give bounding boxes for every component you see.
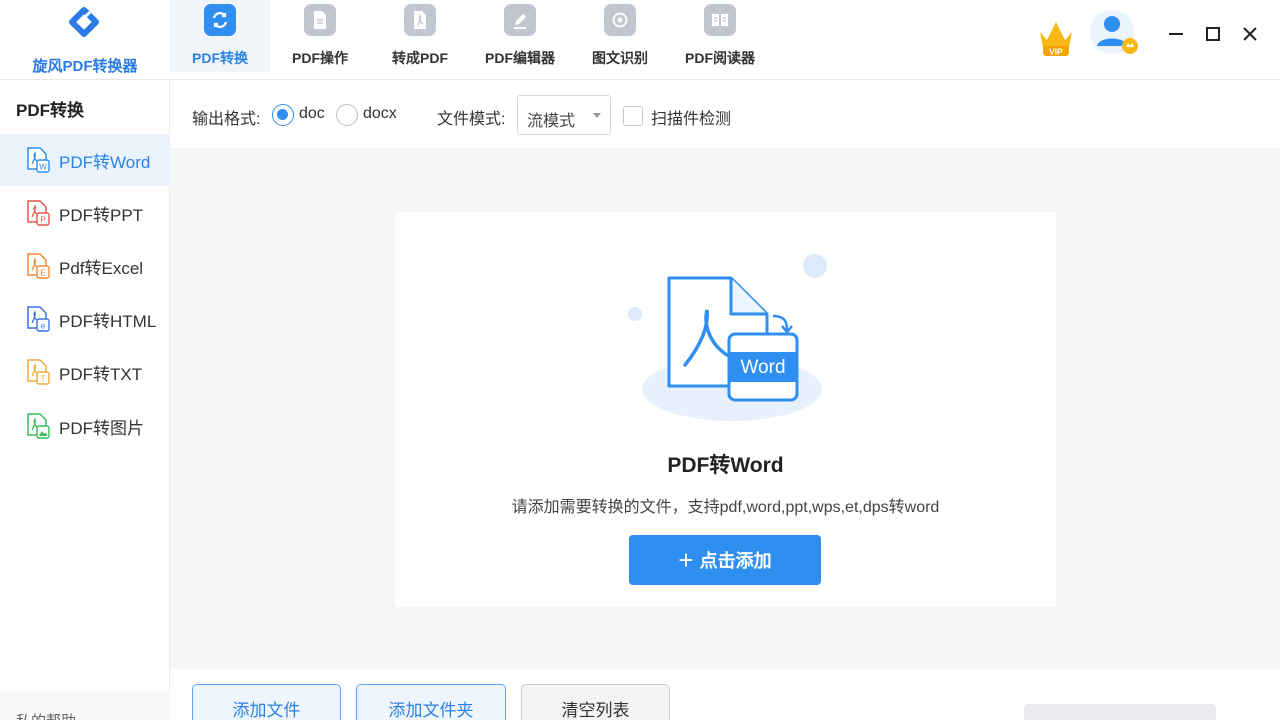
document-icon xyxy=(304,4,336,36)
add-file-label: 添加文件 xyxy=(232,701,301,720)
radio-doc-label[interactable]: doc xyxy=(299,105,325,123)
nav-label: PDF编辑器 xyxy=(485,50,555,66)
scan-detect-checkbox[interactable] xyxy=(623,106,643,126)
ocr-icon xyxy=(604,4,636,36)
main-area: Word PDF转Word 请添加需要转换的文件，支持pdf,word,ppt,… xyxy=(170,151,1280,669)
app-name: 旋风PDF转换器 xyxy=(32,58,138,75)
options-bar: 输出格式: doc docx 文件模式: 流模式 扫描件检测 xyxy=(170,80,1280,150)
logo-icon xyxy=(69,7,99,37)
file-mode-select[interactable]: 流模式 xyxy=(517,95,611,135)
sidebar-item-pdf-to-excel[interactable]: E Pdf转Excel xyxy=(0,240,170,292)
output-format-label: 输出格式: xyxy=(192,111,261,128)
reader-icon xyxy=(704,4,736,36)
pdf-to-word-illustration: Word xyxy=(628,254,827,421)
sidebar-item-label: PDF转PPT xyxy=(59,205,144,225)
sidebar-item-pdf-to-word[interactable]: W PDF转Word xyxy=(0,134,170,186)
card-title: PDF转Word xyxy=(667,454,784,477)
pdf-image-icon xyxy=(27,413,50,439)
sidebar-item-pdf-to-txt[interactable]: T PDF转TXT xyxy=(0,346,170,398)
sidebar: PDF转换 W PDF转Word P PDF转PPT E Pdf转Excel e… xyxy=(0,80,170,720)
pdf-excel-icon: E xyxy=(27,253,50,279)
nav-label: PDF阅读器 xyxy=(685,50,755,66)
add-folder-label: 添加文件夹 xyxy=(388,701,474,720)
app-logo: 旋风PDF转换器 xyxy=(0,0,170,80)
scan-detect-label[interactable]: 扫描件检测 xyxy=(651,105,731,129)
svg-text:VIP: VIP xyxy=(1049,47,1063,57)
svg-text:T: T xyxy=(41,375,46,384)
start-convert-button[interactable] xyxy=(1024,704,1216,720)
add-files-button[interactable]: + 点击添加 xyxy=(629,535,821,585)
nav-label: 图文识别 xyxy=(592,50,648,66)
radio-doc[interactable] xyxy=(272,104,294,126)
close-button[interactable] xyxy=(1236,20,1264,48)
pdf-ppt-icon: P xyxy=(27,200,50,226)
clear-list-button[interactable]: 清空列表 xyxy=(521,684,670,720)
sidebar-item-pdf-to-image[interactable]: PDF转图片 xyxy=(0,400,170,452)
pdf-file-icon xyxy=(404,4,436,36)
svg-text:P: P xyxy=(40,216,45,225)
nav-pdf-operate[interactable]: PDF操作 xyxy=(270,0,370,72)
card-description: 请添加需要转换的文件，支持pdf,word,ppt,wps,et,dps转wor… xyxy=(511,499,940,516)
file-mode-label: 文件模式: xyxy=(437,111,506,128)
nav-to-pdf[interactable]: 转成PDF xyxy=(370,0,470,72)
sidebar-title: PDF转换 xyxy=(16,101,84,120)
top-bar: 旋风PDF转换器 PDF转换 PDF操作 转成PDF PDF编辑器 图文识别 P… xyxy=(0,0,1280,80)
chevron-down-icon xyxy=(593,113,601,118)
clear-list-label: 清空列表 xyxy=(561,701,630,720)
svg-text:e: e xyxy=(41,322,46,331)
add-folder-button[interactable]: 添加文件夹 xyxy=(356,684,506,720)
nav-label: PDF操作 xyxy=(292,50,348,66)
file-mode-value: 流模式 xyxy=(527,113,576,130)
maximize-button[interactable] xyxy=(1199,20,1227,48)
close-icon xyxy=(1243,27,1257,41)
sidebar-item-label: PDF转HTML xyxy=(59,311,157,331)
convert-icon xyxy=(204,4,236,36)
add-file-button[interactable]: 添加文件 xyxy=(192,684,341,720)
sidebar-item-pdf-to-ppt[interactable]: P PDF转PPT xyxy=(0,187,170,239)
sidebar-item-label: Pdf转Excel xyxy=(59,258,144,278)
illustration-badge: Word xyxy=(740,357,785,378)
nav-label: PDF转换 xyxy=(192,50,248,66)
sidebar-item-label: PDF转Word xyxy=(59,152,151,172)
main-nav: PDF转换 PDF操作 转成PDF PDF编辑器 图文识别 PDF阅读器 xyxy=(170,0,770,72)
nav-label: 转成PDF xyxy=(392,50,448,66)
plus-icon: + xyxy=(678,545,694,575)
pdf-word-icon: W xyxy=(27,147,50,173)
pdf-txt-icon: T xyxy=(27,359,50,385)
pdf-html-icon: e xyxy=(27,306,50,332)
minimize-icon xyxy=(1169,33,1183,35)
radio-docx[interactable] xyxy=(336,104,358,126)
nav-pdf-editor[interactable]: PDF编辑器 xyxy=(470,0,570,72)
sidebar-footer-link[interactable]: 私的帮助 xyxy=(16,710,76,720)
svg-text:W: W xyxy=(39,163,47,172)
nav-pdf-convert[interactable]: PDF转换 xyxy=(170,0,270,72)
sidebar-item-label: PDF转TXT xyxy=(59,364,143,384)
user-avatar-icon[interactable] xyxy=(1090,8,1142,58)
vip-crown-icon[interactable]: VIP xyxy=(1036,16,1076,58)
nav-ocr[interactable]: 图文识别 xyxy=(570,0,670,72)
maximize-icon xyxy=(1206,27,1220,41)
add-files-label: 点击添加 xyxy=(699,551,772,571)
radio-docx-label[interactable]: docx xyxy=(363,105,397,123)
nav-pdf-reader[interactable]: PDF阅读器 xyxy=(670,0,770,72)
sidebar-item-pdf-to-html[interactable]: e PDF转HTML xyxy=(0,293,170,345)
edit-icon xyxy=(504,4,536,36)
bottom-bar: 添加文件 添加文件夹 清空列表 xyxy=(170,669,1280,720)
sidebar-item-label: PDF转图片 xyxy=(59,418,144,438)
minimize-button[interactable] xyxy=(1162,20,1190,48)
svg-text:E: E xyxy=(40,269,45,278)
drop-zone-card[interactable]: Word PDF转Word 请添加需要转换的文件，支持pdf,word,ppt,… xyxy=(395,212,1056,607)
